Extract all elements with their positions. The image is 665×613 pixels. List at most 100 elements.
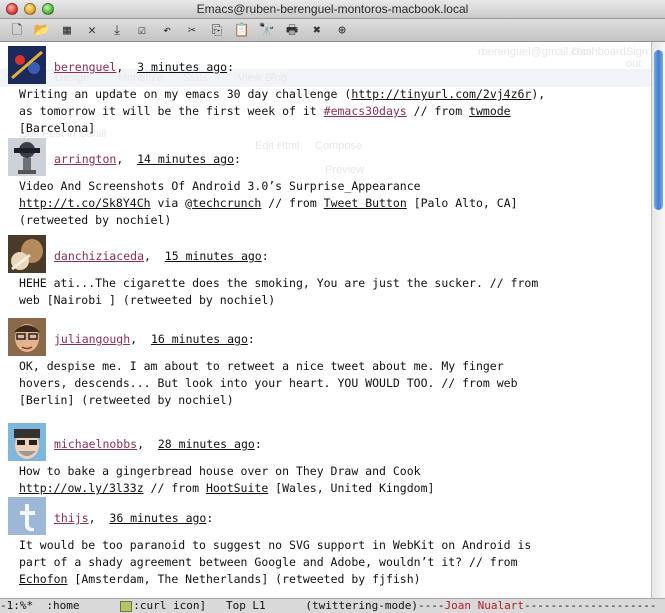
modeline-status: -1:%* :home [0,599,120,612]
toolbar: 🗋 📂 ▦ ✕ ⤓ ☑ ↶ ✂ ⎘ 📋 🔭 🖶 ✖ ⊕ [0,19,665,42]
help-icon[interactable]: ⊕ [333,21,351,39]
tweet-line: Echofon [Amsterdam, The Netherlands] (re… [19,571,531,588]
tweet-text: OK, despise me. I am about to retweet a … [19,359,504,373]
modeline-major-mode: (twittering-mode)---- [305,599,445,612]
tweet-text: // from [261,196,324,210]
avatar[interactable] [8,423,46,461]
tweet-link[interactable]: http://tinyurl.com/2vj4z6r [351,87,531,101]
tweet-text: // from [143,481,206,495]
tweet-link[interactable]: HootSuite [206,481,268,495]
tweet-line: [Berlin] (retweeted by nochiel) [19,392,518,409]
tweet-link[interactable]: Tweet Button [324,196,407,210]
new-file-icon[interactable]: 🗋 [8,21,26,39]
tweet-text: ), [531,87,546,101]
tweet-text: web [Nairobi ] (retweeted by nochiel) [19,293,276,307]
tweet-line: (retweeted by nochiel) [19,212,518,229]
tweet-timestamp[interactable]: 16 minutes ago [151,332,248,346]
preferences-icon[interactable]: ✖ [308,21,326,39]
ghost-preview: Preview [325,164,365,176]
cut-icon[interactable]: ✂ [183,21,201,39]
tweet-timestamp[interactable]: 28 minutes ago [158,437,255,451]
tweet-line: as tomorrow it will be the first week of… [19,103,545,120]
tweet-username[interactable]: juliangough [54,332,130,346]
vertical-scrollbar[interactable] [651,42,665,598]
open-folder-icon[interactable]: 📂 [33,21,51,39]
tweet-text: Writing an update on my emacs 30 day cha… [19,87,352,101]
tweet-header: juliangough, 16 minutes ago: [54,332,255,346]
tweet-body: Video And Screenshots Of Android 3.0’s S… [19,178,518,229]
scrollbar-thumb[interactable] [654,50,663,210]
tweet-line: web [Nairobi ] (retweeted by nochiel) [19,292,538,309]
modeline-position: Top L1 [206,599,306,612]
tweet-timestamp[interactable]: 36 minutes ago [109,511,206,525]
undo-icon[interactable]: ↶ [158,21,176,39]
tweet-text: part of a shady agreement between Google… [19,555,518,569]
tweet-text: as tomorrow it will be the first week of… [19,104,324,118]
avatar[interactable] [8,235,46,273]
close-buffer-icon[interactable]: ✕ [83,21,101,39]
tweet-line: Video And Screenshots Of Android 3.0’s S… [19,178,518,195]
avatar[interactable] [8,138,46,176]
ghost-dashboard: Dashboard [572,46,626,58]
tweet-username[interactable]: michaelnobbs [54,437,137,451]
tweet-link[interactable]: twmode [469,104,511,118]
ghost-edit-html: Edit Html [255,140,300,152]
tweet-line: hovers, descends... But look into your h… [19,375,518,392]
avatar[interactable] [8,46,46,84]
tweet-line: part of a shady agreement between Google… [19,554,531,571]
save-as-icon[interactable]: ☑ [133,21,151,39]
tweet-text: Video And Screenshots Of Android 3.0’s S… [19,179,421,193]
tweet-text: // from [406,104,470,118]
modeline-icon-label: :curl icon] [133,599,207,612]
tweet-text: HEHE ati...The cigarette does the smokin… [19,276,539,290]
tweet-text: via @ [150,196,193,210]
tweet-link[interactable]: http://ow.ly/3l33z [19,481,144,495]
tweet-line: OK, despise me. I am about to retweet a … [19,358,518,375]
avatar[interactable] [8,497,46,535]
copy-icon[interactable]: ⎘ [208,21,226,39]
tweet-text: [Wales, United Kingdom] [268,481,435,495]
tweet-line: HEHE ati...The cigarette does the smokin… [19,275,538,292]
modeline-fill: -------------------- [523,599,657,612]
tweet-line: http://ow.ly/3l33z // from HootSuite [Wa… [19,480,434,497]
ghost-tab-view-blog: View Blog [238,72,287,84]
tweet-header: berenguel, 3 minutes ago: [54,60,235,74]
tweet-text: [Palo Alto, CA] [406,196,518,210]
tweet-line: http://t.co/Sk8Y4Ch via @techcrunch // f… [19,195,518,212]
tweet-body: HEHE ati...The cigarette does the smokin… [19,275,538,309]
tweet-timestamp[interactable]: 14 minutes ago [137,152,234,166]
tweet-line: It would be too paranoid to suggest no S… [19,537,531,554]
tweet-text: How to bake a gingerbread house over on … [19,464,421,478]
paste-icon[interactable]: 📋 [233,21,251,39]
twittering-buffer[interactable]: rberenguel@gmail.com Dashboard Sign out … [0,42,651,598]
search-icon[interactable]: 🔭 [258,21,276,39]
tweet-hashtag[interactable]: #emacs30days [324,104,407,118]
dired-icon[interactable]: ▦ [58,21,76,39]
tweet-text: [Berlin] (retweeted by nochiel) [19,393,234,407]
window-title-bar: Emacs@ruben-berenguel-montoros-macbook.l… [0,0,665,19]
tweet-link[interactable]: http://t.co/Sk8Y4Ch [19,196,151,210]
tweet-link[interactable]: Echofon [19,572,67,586]
modeline-curl-icon [120,600,133,612]
modeline-user-name: Joan Nualart [444,599,524,612]
tweet-text: (retweeted by nochiel) [19,213,172,227]
tweet-header: thijs, 36 minutes ago: [54,511,214,525]
tweet-line: [Barcelona] [19,120,545,137]
tweet-username[interactable]: berenguel [54,60,116,74]
avatar[interactable] [8,318,46,356]
tweet-link[interactable]: techcrunch [192,196,261,210]
tweet-text: hovers, descends... But look into your h… [19,376,518,390]
tweet-username[interactable]: arrington [54,152,116,166]
save-icon[interactable]: ⤓ [108,21,126,39]
tweet-body: Writing an update on my emacs 30 day cha… [19,86,545,137]
ghost-compose: Compose [315,140,363,152]
tweet-header: arrington, 14 minutes ago: [54,152,241,166]
mode-line: -1:%* :home :curl icon] Top L1 (twitteri… [0,598,665,613]
tweet-text: [Barcelona] [19,121,96,135]
tweet-timestamp[interactable]: 3 minutes ago [137,60,227,74]
tweet-username[interactable]: danchiziaceda [54,249,144,263]
tweet-text: It would be too paranoid to suggest no S… [19,538,532,552]
tweet-timestamp[interactable]: 15 minutes ago [165,249,262,263]
print-icon[interactable]: 🖶 [283,21,301,39]
tweet-username[interactable]: thijs [54,511,89,525]
